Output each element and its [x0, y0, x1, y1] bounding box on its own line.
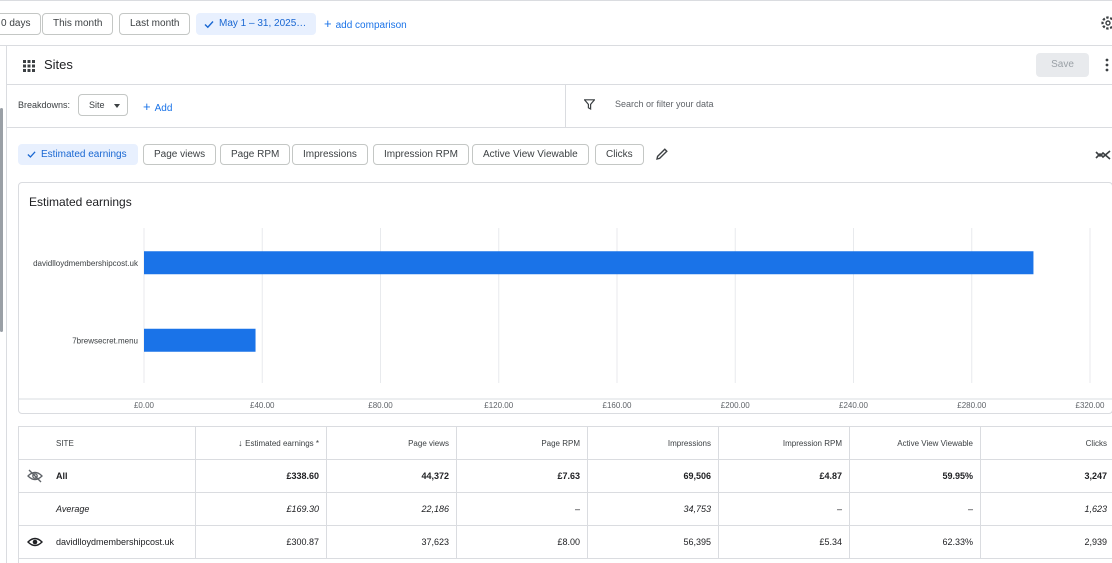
bar-chart: £0.00 £40.00 £80.00 £120.00 £160.00 £200.00 £2… — [19, 228, 1112, 410]
card-header: Sites Save — [7, 46, 1112, 85]
add-breakdown-button[interactable]: + Add — [143, 99, 172, 114]
cell-estimated-earnings: £338.60 — [196, 460, 327, 493]
table-header-row: SITE ↓ Estimated earnings * Page views P… — [19, 427, 1112, 460]
more-vert-icon[interactable] — [1105, 58, 1109, 72]
date-chip-days[interactable]: 0 days — [0, 13, 42, 35]
column-header-impression-rpm[interactable]: Impression RPM — [719, 427, 850, 460]
cell-clicks: 2,939 — [1084, 537, 1107, 547]
metric-chips: Estimated earnings Page views Page RPM I… — [7, 128, 1112, 178]
metric-chip-page-rpm[interactable]: Page RPM — [220, 144, 291, 165]
table-row: Average £169.30 22,186 – 34,753 – – 1,62… — [19, 493, 1112, 526]
cell-page-views: 44,372 — [327, 460, 457, 493]
bar — [144, 328, 256, 352]
breakdowns-label: Breakdowns: — [18, 100, 71, 110]
cell-active-view-viewable: 62.33% — [850, 526, 981, 559]
cell-estimated-earnings: £300.87 — [196, 526, 327, 559]
cell-active-view-viewable: – — [850, 493, 981, 526]
trending-icon[interactable] — [1095, 149, 1111, 161]
date-chip-last-month[interactable]: Last month — [119, 13, 191, 35]
x-tick-label: £280.00 — [957, 401, 986, 410]
add-comparison-label: add comparison — [335, 20, 407, 31]
cell-impression-rpm: £5.34 — [719, 526, 850, 559]
left-scroll-handle[interactable] — [0, 108, 3, 332]
search-filter-input[interactable]: Search or filter your data — [615, 99, 714, 109]
cell-page-views: 22,186 — [327, 493, 457, 526]
column-header-label: Estimated earnings * — [245, 439, 319, 448]
column-header-site[interactable]: SITE — [19, 427, 196, 460]
add-comparison-button[interactable]: + add comparison — [324, 13, 407, 35]
cell-active-view-viewable: 59.95% — [850, 460, 981, 493]
plus-icon: + — [324, 16, 332, 31]
x-tick-label: £120.00 — [484, 401, 513, 410]
cell-impression-rpm: – — [719, 493, 850, 526]
add-breakdown-label: Add — [154, 103, 173, 114]
cell-clicks: 1,623 — [1084, 504, 1107, 514]
cell-page-rpm: £7.63 — [457, 460, 588, 493]
x-tick-label: £80.00 — [368, 401, 393, 410]
data-table: SITE ↓ Estimated earnings * Page views P… — [18, 426, 1112, 563]
pencil-icon[interactable] — [655, 147, 669, 161]
column-header-page-views[interactable]: Page views — [327, 427, 457, 460]
x-tick-label: £40.00 — [250, 401, 275, 410]
column-header-impressions[interactable]: Impressions — [588, 427, 719, 460]
filter-icon — [584, 99, 595, 110]
x-tick-label: £0.00 — [134, 401, 155, 410]
sites-card: Sites Save Breakdowns: Site + Add Search … — [6, 46, 1112, 563]
cell-page-views: 37,623 — [327, 526, 457, 559]
breakdown-select[interactable]: Site — [78, 94, 128, 116]
column-header-active-view-viewable[interactable]: Active View Viewable — [850, 427, 981, 460]
breakdowns-bar: Breakdowns: Site + Add Search or filter y… — [7, 85, 1112, 128]
divider — [565, 85, 566, 128]
date-chip-this-month[interactable]: This month — [42, 13, 114, 35]
save-button[interactable]: Save — [1036, 53, 1089, 77]
cell-impressions: 34,753 — [588, 493, 719, 526]
metric-chip-estimated-earnings[interactable]: Estimated earnings — [18, 144, 138, 165]
table-row[interactable]: davidlloydmembershipcost.uk £300.87 37,6… — [19, 526, 1112, 559]
gear-icon[interactable] — [1100, 15, 1112, 31]
metric-chip-impressions[interactable]: Impressions — [292, 144, 368, 165]
column-header-page-rpm[interactable]: Page RPM — [457, 427, 588, 460]
cell-estimated-earnings: £169.30 — [196, 493, 327, 526]
column-header-estimated-earnings[interactable]: ↓ Estimated earnings * — [196, 427, 327, 460]
x-tick-label: £320.00 — [1076, 401, 1105, 410]
cell-site: Average — [19, 493, 196, 526]
chart-panel: Estimated earnings £0.00 £40.00 £80.00 £120… — [18, 182, 1112, 414]
cell-impression-rpm: £4.87 — [719, 460, 850, 493]
breakdown-selected-value: Site — [89, 100, 105, 110]
metric-chip-page-views[interactable]: Page views — [143, 144, 217, 165]
metric-chip-clicks[interactable]: Clicks — [595, 144, 644, 165]
cell-impressions: 69,506 — [588, 460, 719, 493]
cell-site: davidlloydmembershipcost.uk — [19, 526, 196, 559]
metric-chip-impression-rpm[interactable]: Impression RPM — [373, 144, 469, 165]
cell-page-rpm: – — [457, 493, 588, 526]
table-row[interactable]: All £338.60 44,372 £7.63 69,506 £4.87 59… — [19, 460, 1112, 493]
date-chip-selected-range[interactable]: May 1 – 31, 2025… — [196, 13, 316, 35]
check-icon — [204, 21, 214, 29]
category-label: 7brewsecret.menu — [72, 336, 138, 345]
cell-page-rpm: £8.00 — [457, 526, 588, 559]
apps-grid-icon[interactable] — [23, 60, 35, 72]
x-tick-label: £160.00 — [603, 401, 632, 410]
bar — [144, 251, 1034, 275]
x-tick-label: £200.00 — [721, 401, 750, 410]
column-header-clicks[interactable]: Clicks — [981, 427, 1112, 460]
metric-chip-label: Estimated earnings — [41, 149, 127, 160]
date-range-bar: 0 days This month Last month May 1 – 31,… — [0, 0, 1112, 46]
cell-clicks: 3,247 — [1084, 471, 1107, 481]
check-icon — [27, 151, 36, 158]
metric-chip-active-view-viewable[interactable]: Active View Viewable — [472, 144, 589, 165]
selected-range-label: May 1 – 31, 2025… — [219, 18, 307, 29]
cell-site: All — [19, 460, 196, 493]
card-title: Sites — [44, 57, 73, 72]
category-label: davidlloydmembershipcost.uk — [33, 259, 139, 268]
x-tick-label: £240.00 — [839, 401, 868, 410]
chevron-down-icon — [114, 104, 120, 108]
plus-icon: + — [143, 99, 151, 114]
cell-impressions: 56,395 — [588, 526, 719, 559]
